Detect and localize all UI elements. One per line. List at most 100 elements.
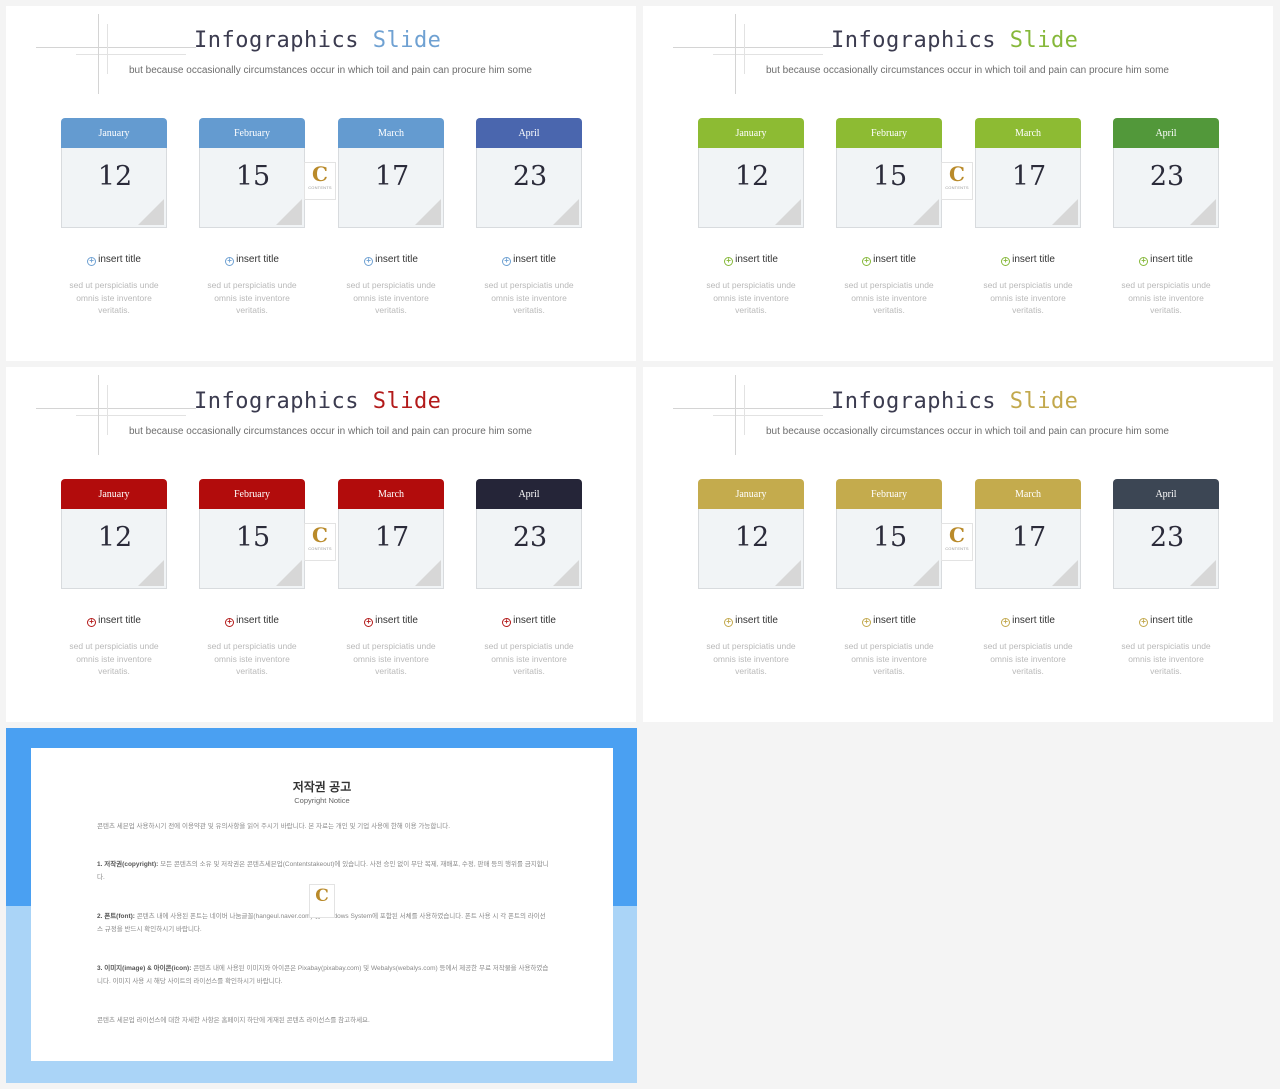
calendar-page: 17 xyxy=(975,148,1081,228)
item-title: + insert title xyxy=(963,615,1093,627)
logo-letter: C xyxy=(315,886,329,906)
calendar-page: 15 xyxy=(836,509,942,589)
calendar-day: 23 xyxy=(512,522,548,553)
slide-green[interactable]: Infographics Slide but because occasional… xyxy=(643,6,1273,361)
page-curl-shadow xyxy=(276,560,302,586)
calendar-day: 23 xyxy=(512,161,548,192)
item-title: + insert title xyxy=(326,615,456,627)
logo-letter: C xyxy=(949,523,965,547)
decor-line xyxy=(713,415,823,416)
item-description: sed ut perspiciatis unde omnis iste inve… xyxy=(983,280,1073,315)
calendar-month: April xyxy=(476,479,582,511)
logo-letter: C xyxy=(312,162,328,186)
copyright-outro: 콘텐츠 세븐업 라이선스에 대한 자세한 사항은 홈페이지 하단에 게재된 콘텐… xyxy=(97,1017,370,1024)
slide-title: Infographics Slide xyxy=(831,28,1078,53)
calendar-day: 15 xyxy=(872,161,908,192)
item-title-text: insert title xyxy=(98,254,141,265)
title-word-2: Slide xyxy=(372,389,442,414)
calendar-page: 15 xyxy=(836,148,942,228)
calendar-card: February 15 xyxy=(836,479,942,589)
slide-gold[interactable]: Infographics Slide but because occasional… xyxy=(643,367,1273,722)
item-title-text: insert title xyxy=(735,615,778,626)
copyright-section-1-text: 모든 콘텐츠의 소유 및 저작권은 콘텐츠세븐업(Contentstakeout… xyxy=(97,861,549,881)
calendar-month: February xyxy=(836,479,942,511)
logo-letter: C xyxy=(949,162,965,186)
calendar-day: 23 xyxy=(1149,161,1185,192)
slide-subtitle: but because occasionally circumstances o… xyxy=(766,426,1169,437)
decor-line xyxy=(735,14,736,94)
calendar-month: March xyxy=(338,118,444,150)
calendar-card: February 15 xyxy=(836,118,942,228)
page-curl-shadow xyxy=(138,560,164,586)
plus-circle-icon: + xyxy=(225,618,235,627)
item-description: sed ut perspiciatis unde omnis iste inve… xyxy=(484,641,574,676)
page-curl-shadow xyxy=(1190,560,1216,586)
title-word-1: Infographics xyxy=(194,389,359,414)
calendar-card: February 15 xyxy=(199,479,305,589)
page-curl-shadow xyxy=(553,199,579,225)
plus-circle-icon: + xyxy=(1001,257,1011,266)
item-description: sed ut perspiciatis unde omnis iste inve… xyxy=(706,280,796,315)
decor-line xyxy=(36,408,196,409)
calendar-day: 17 xyxy=(374,522,410,553)
calendar-month: April xyxy=(476,118,582,150)
calendar-month: March xyxy=(975,118,1081,150)
item-title: + insert title xyxy=(187,254,317,266)
plus-circle-icon: + xyxy=(862,618,872,627)
contents-logo-icon: C CONTENTS xyxy=(304,523,336,561)
copyright-section-1-label: 1. 저작권(copyright): xyxy=(97,861,159,868)
calendar-day: 17 xyxy=(1011,522,1047,553)
slide-copyright-notice[interactable]: 저작권 공고 Copyright Notice 콘텐츠 세븐업 사용하시기 전에… xyxy=(6,728,637,1083)
calendar-month: March xyxy=(975,479,1081,511)
copyright-section-1: 1. 저작권(copyright): 모든 콘텐츠의 소유 및 저작권은 콘텐츠… xyxy=(97,858,549,884)
calendar-page: 23 xyxy=(1113,148,1219,228)
item-description: sed ut perspiciatis unde omnis iste inve… xyxy=(346,280,436,315)
decor-line xyxy=(713,54,823,55)
item-title: + insert title xyxy=(686,615,816,627)
page-curl-shadow xyxy=(913,199,939,225)
page-curl-shadow xyxy=(1052,560,1078,586)
calendar-page: 17 xyxy=(338,509,444,589)
calendar-page: 12 xyxy=(698,148,804,228)
page-curl-shadow xyxy=(913,560,939,586)
contents-logo-icon: C CONTENTS xyxy=(304,162,336,200)
calendar-month: February xyxy=(199,118,305,150)
plus-circle-icon: + xyxy=(1001,618,1011,627)
calendar-card: January 12 xyxy=(698,479,804,589)
title-word-2: Slide xyxy=(1009,389,1079,414)
decor-line xyxy=(673,408,833,409)
item-title: + insert title xyxy=(464,615,594,627)
slide-title: Infographics Slide xyxy=(194,389,441,414)
decor-line xyxy=(76,415,186,416)
calendar-page: 17 xyxy=(975,509,1081,589)
calendar-month: January xyxy=(698,118,804,150)
item-title: + insert title xyxy=(187,615,317,627)
item-description: sed ut perspiciatis unde omnis iste inve… xyxy=(484,280,574,315)
calendar-card: January 12 xyxy=(61,118,167,228)
plus-circle-icon: + xyxy=(502,618,512,627)
logo-text: CONTENTS xyxy=(945,185,969,190)
calendar-day: 17 xyxy=(374,161,410,192)
calendar-day: 15 xyxy=(872,522,908,553)
plus-circle-icon: + xyxy=(1139,257,1149,266)
logo-text: CONTENTS xyxy=(308,546,332,551)
calendar-day: 23 xyxy=(1149,522,1185,553)
calendar-day: 15 xyxy=(235,161,271,192)
page-curl-shadow xyxy=(1190,199,1216,225)
item-title-text: insert title xyxy=(375,615,418,626)
copyright-section-3: 3. 이미지(image) & 아이콘(icon): 콘텐츠 내에 사용된 이미… xyxy=(97,962,549,988)
item-title: + insert title xyxy=(824,254,954,266)
slide-red[interactable]: Infographics Slide but because occasional… xyxy=(6,367,636,722)
calendar-month: April xyxy=(1113,118,1219,150)
slide-blue[interactable]: Infographics Slide but because occasional… xyxy=(6,6,636,361)
plus-circle-icon: + xyxy=(364,257,374,266)
decor-line xyxy=(735,375,736,455)
page-curl-shadow xyxy=(138,199,164,225)
calendar-page: 23 xyxy=(476,509,582,589)
decor-line xyxy=(98,14,99,94)
slide-title: Infographics Slide xyxy=(194,28,441,53)
page-curl-shadow xyxy=(775,560,801,586)
item-description: sed ut perspiciatis unde omnis iste inve… xyxy=(69,641,159,676)
calendar-card: April 23 xyxy=(476,479,582,589)
calendar-day: 12 xyxy=(97,522,133,553)
